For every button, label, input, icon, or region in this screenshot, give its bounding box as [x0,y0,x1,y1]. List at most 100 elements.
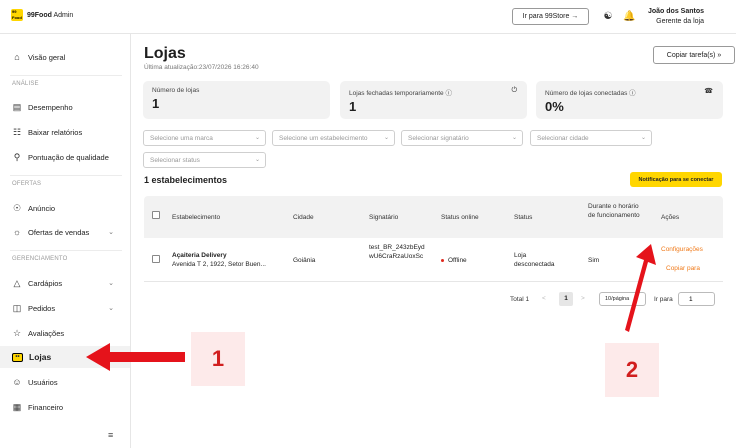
header-during-hours: Durante o horário de funcionamento [588,203,640,219]
stat-value: 1 [152,96,160,111]
step-1-label: 1 [191,332,245,386]
header-city: Cidade [293,214,314,221]
divider [10,75,122,76]
sidebar-item-ofertas-vendas[interactable]: ☼ Ofertas de vendas ⌄ [0,221,130,243]
during-hours-value: Sim [588,257,600,264]
section-ofertas: OFERTAS [12,181,42,187]
settings-link[interactable]: Configurações [661,246,703,253]
stat-label: Lojas fechadas temporariamente ⓘ [349,90,452,97]
top-bar: 99 Food 99Food Admin Ir para 99Store → ☯… [0,0,736,34]
power-icon: ⏻ [511,87,517,94]
header-online-status: Status online [441,214,479,221]
go-to-99store-button[interactable]: Ir para 99Store → [512,8,589,25]
user-info[interactable]: João dos Santos Gerente da loja [648,7,704,27]
sidebar-item-visao-geral[interactable]: ⌂ Visão geral [0,46,130,68]
chevron-down-icon: ⌄ [511,135,517,141]
users-icon: ☺ [12,377,22,387]
sidebar-item-label: Baixar relatórios [28,127,83,137]
section-gerenciamento: GERENCIAMENTO [12,256,68,262]
user-role: Gerente da loja [656,18,704,25]
next-page-icon[interactable]: > [581,295,585,311]
stat-label: Número de lojas conectadas ⓘ [545,90,636,97]
chevron-down-icon: ⌄ [254,157,260,163]
sidebar-item-label: Visão geral [28,52,66,62]
chevron-down-icon: ⌄ [108,229,114,236]
home-icon: ⌂ [14,52,20,62]
sidebar-item-desempenho[interactable]: ▤ Desempenho [0,96,130,118]
stat-value: 0% [545,99,564,114]
sidebar-item-baixar-relatorios[interactable]: ☷ Baixar relatórios [0,121,130,143]
pagination-total: Total 1 [510,296,530,303]
bag-icon: ◫ [12,303,22,313]
stat-label: Número de lojas [152,87,200,94]
header-establishment: Estabelecimento [172,214,221,221]
user-name: João dos Santos [647,8,704,15]
megaphone-icon: ☉ [12,203,22,213]
goto-page-input[interactable] [678,292,715,306]
sidebar-item-label: Avaliações [28,328,65,338]
select-placeholder: Selecionar status [150,157,200,164]
sidebar-item-label: Pontuação de qualidade [28,152,109,162]
chart-icon: ▤ [12,102,22,112]
status-select[interactable]: Selecionar status ⌄ [143,152,266,168]
select-placeholder: Selecionar cidade [537,135,589,142]
divider [10,250,122,251]
goto-label: Ir para [654,296,673,303]
stat-card-closed-stores: Lojas fechadas temporariamente ⓘ 1 ⏻ [340,81,527,119]
bell-icon[interactable]: 🔔 [623,11,635,23]
app-logo[interactable]: 99 Food 99Food Admin [11,9,73,21]
header-actions: Ações [661,214,680,221]
sidebar-item-avaliacoes[interactable]: ☆ Avaliações [0,322,130,344]
sidebar-item-pontuacao-qualidade[interactable]: ⚲ Pontuação de qualidade [0,146,130,168]
sidebar-item-label: Anúncio [28,203,56,213]
table-header: Estabelecimento Cidade Signatário Status… [144,196,723,238]
establishment-select[interactable]: Selecione um estabelecimento ⌄ [272,130,395,146]
step-2-label: 2 [605,343,659,397]
sidebar-item-anuncio[interactable]: ☉ Anúncio [0,197,130,219]
store-status: Loja desconectada [514,252,555,268]
sidebar-item-lojas[interactable]: •• Lojas [0,346,130,368]
sidebar-item-pedidos[interactable]: ◫ Pedidos ⌄ [0,297,130,319]
sidebar-item-label: Pedidos [28,303,56,313]
headset-icon[interactable]: ☯ [602,11,614,23]
copy-tasks-button[interactable]: Copiar tarefa(s) » [653,46,735,64]
trophy-icon: ⚲ [13,152,21,162]
page-title: Lojas [144,45,186,62]
section-analise: ANÁLISE [12,81,39,87]
online-status: Offline [441,256,467,265]
sidebar-item-financeiro[interactable]: ▦ Financeiro [0,396,130,418]
app-brand: 99Food Admin [27,12,73,19]
finance-icon: ▦ [12,402,22,412]
store-signer: test_BR_243zbEydwU6CraRzaUoxSc [369,244,425,260]
online-status-label: Offline [448,257,467,264]
report-icon: ☷ [12,127,22,137]
store-name: Açaiteria Delivery [172,252,227,259]
brand-select[interactable]: Selecione uma marca ⌄ [143,130,266,146]
sidebar: ⌂ Visão geral ANÁLISE ▤ Desempenho ☷ Bai… [0,34,131,448]
signer-select[interactable]: Selecionar signatário ⌄ [401,130,523,146]
select-placeholder: Selecione uma marca [150,135,213,142]
chevron-down-icon: ⌄ [108,280,114,287]
notify-connect-button[interactable]: Notificação para se conectar [630,172,722,187]
city-select[interactable]: Selecionar cidade ⌄ [530,130,652,146]
collapse-sidebar-icon[interactable]: ≡ [108,430,113,440]
select-all-checkbox[interactable] [152,211,160,219]
establishment-count: 1 estabelecimentos [144,175,228,185]
brand-name: 99Food [27,11,52,19]
row-checkbox[interactable] [152,255,160,263]
star-icon: ☆ [12,328,22,338]
connection-icon: ☎ [704,88,713,95]
sidebar-item-cardapios[interactable]: △ Cardápios ⌄ [0,272,130,294]
sidebar-item-usuarios[interactable]: ☺ Usuários [0,371,130,393]
offline-dot-icon [441,258,444,262]
page-size-select[interactable]: 10/página [599,292,646,306]
table-row: Açaiteria Delivery Avenida T 2, 1922, Se… [144,238,723,282]
prev-page-icon[interactable]: < [542,295,546,311]
store-icon: •• [12,352,23,362]
copy-to-link[interactable]: Copiar para [666,265,700,272]
divider [10,175,122,176]
page-1-button[interactable]: 1 [559,292,573,306]
chevron-down-icon: ⌄ [640,135,646,141]
store-city: Goiânia [293,257,316,264]
chevron-down-icon: ⌄ [383,135,389,141]
